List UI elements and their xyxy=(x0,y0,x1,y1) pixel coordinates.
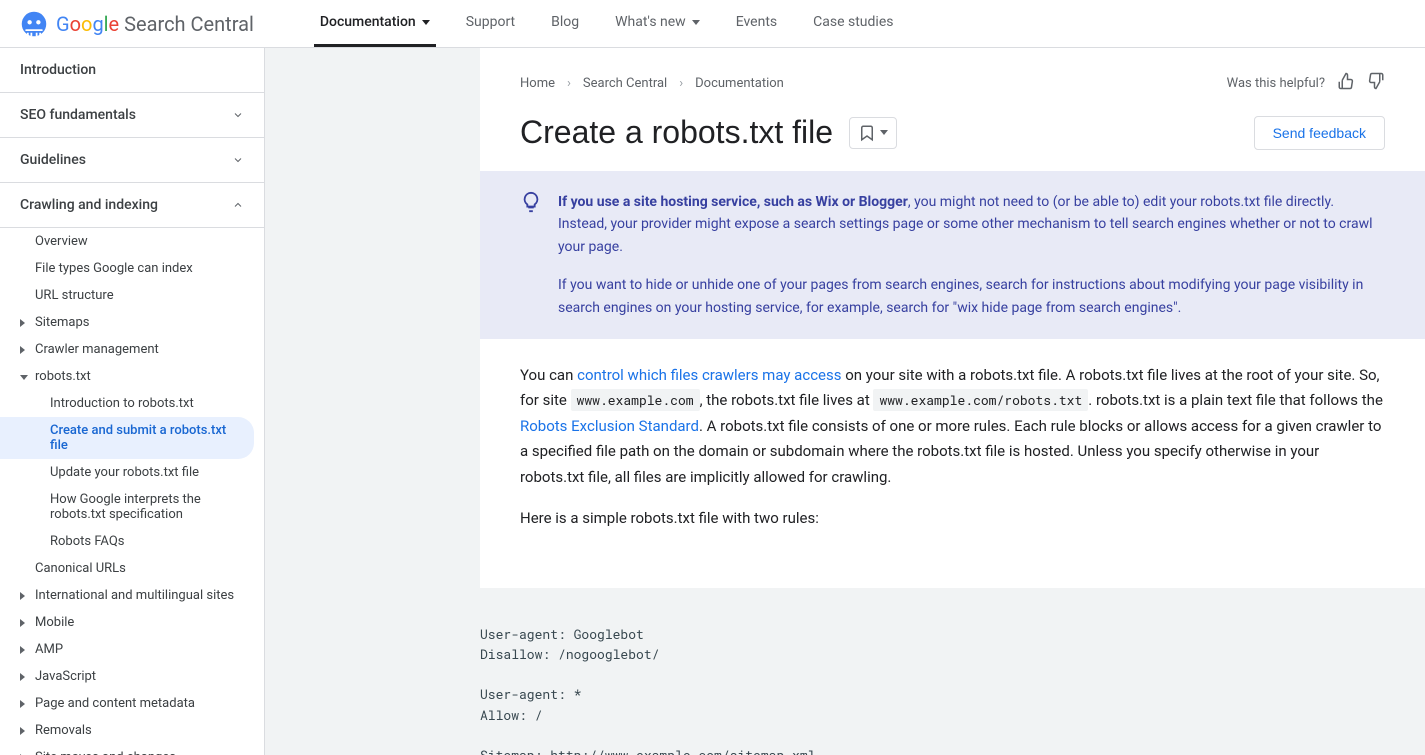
nav-canonical[interactable]: Canonical URLs xyxy=(0,555,264,582)
chevron-up-icon xyxy=(232,199,244,211)
chevron-right-icon: › xyxy=(567,76,571,91)
sidebar-section-seo[interactable]: SEO fundamentals xyxy=(0,93,264,138)
nav-sitemaps[interactable]: Sitemaps xyxy=(0,309,264,336)
sidebar-section-guidelines[interactable]: Guidelines xyxy=(0,138,264,183)
tip-callout: If you use a site hosting service, such … xyxy=(480,171,1425,339)
nav-crawler-mgmt[interactable]: Crawler management xyxy=(0,336,264,363)
tip-text-2: If you want to hide or unhide one of you… xyxy=(558,274,1385,319)
nav-robots-interpret[interactable]: How Google interprets the robots.txt spe… xyxy=(0,486,264,528)
helpful-widget: Was this helpful? xyxy=(1227,72,1385,94)
nav-robots-faq[interactable]: Robots FAQs xyxy=(0,528,264,555)
nav-intl[interactable]: International and multilingual sites xyxy=(0,582,264,609)
top-nav-documentation[interactable]: Documentation xyxy=(314,0,436,47)
nav-js[interactable]: JavaScript xyxy=(0,663,264,690)
logo-area[interactable]: Google Search Central xyxy=(20,10,254,38)
nav-overview[interactable]: Overview xyxy=(0,228,264,255)
top-nav-case-studies[interactable]: Case studies xyxy=(807,0,899,47)
page-title: Create a robots.txt file xyxy=(520,114,833,151)
chevron-right-icon: › xyxy=(679,76,683,91)
nav-robots-create[interactable]: Create and submit a robots.txt file xyxy=(0,417,254,459)
lightbulb-icon xyxy=(520,191,542,319)
brand-text: Google Search Central xyxy=(56,12,254,36)
nav-robots-intro[interactable]: Introduction to robots.txt xyxy=(0,390,264,417)
nav-page-meta[interactable]: Page and content metadata xyxy=(0,690,264,717)
chevron-down-icon xyxy=(422,20,430,25)
nav-robots[interactable]: robots.txt xyxy=(0,363,264,390)
code-example: User-agent: Googlebot Disallow: /nogoogl… xyxy=(480,588,1425,755)
nav-removals[interactable]: Removals xyxy=(0,717,264,744)
breadcrumb-documentation[interactable]: Documentation xyxy=(695,76,784,91)
sidebar-section-introduction[interactable]: Introduction xyxy=(0,48,264,93)
chevron-down-icon xyxy=(232,109,244,121)
nav-robots-update[interactable]: Update your robots.txt file xyxy=(0,459,264,486)
tip-strong: If you use a site hosting service, such … xyxy=(558,194,908,210)
top-nav-what-s-new[interactable]: What's new xyxy=(609,0,706,47)
nav-mobile[interactable]: Mobile xyxy=(0,609,264,636)
nav-url-structure[interactable]: URL structure xyxy=(0,282,264,309)
secondary-gap xyxy=(265,48,480,755)
sidebar: Introduction SEO fundamentals Guidelines… xyxy=(0,48,265,755)
send-feedback-button[interactable]: Send feedback xyxy=(1254,116,1385,150)
helpful-label: Was this helpful? xyxy=(1227,76,1325,91)
link-robots-standard[interactable]: Robots Exclusion Standard xyxy=(520,417,699,435)
code-robots-path: www.example.com/robots.txt xyxy=(873,389,1088,411)
thumbs-up-icon[interactable] xyxy=(1337,72,1355,94)
bookmark-button[interactable] xyxy=(849,117,897,149)
nav-filetypes[interactable]: File types Google can index xyxy=(0,255,264,282)
breadcrumb-home[interactable]: Home xyxy=(520,76,555,91)
nav-amp[interactable]: AMP xyxy=(0,636,264,663)
chevron-down-icon xyxy=(692,20,700,25)
top-nav-blog[interactable]: Blog xyxy=(545,0,585,47)
top-header: Google Search Central Documentation Suppo… xyxy=(0,0,1425,48)
intro-paragraph: You can control which files crawlers may… xyxy=(520,363,1385,491)
chevron-down-icon xyxy=(232,154,244,166)
link-control-files[interactable]: control which files crawlers may access xyxy=(577,366,841,384)
example-intro: Here is a simple robots.txt file with tw… xyxy=(520,506,1385,532)
code-site: www.example.com xyxy=(571,389,700,411)
breadcrumb: Home › Search Central › Documentation xyxy=(520,76,784,91)
top-nav-events[interactable]: Events xyxy=(730,0,783,47)
top-nav: Documentation Support Blog What's new Events… xyxy=(314,0,900,47)
chevron-down-icon xyxy=(880,130,888,135)
gsc-logo-icon xyxy=(20,10,48,38)
thumbs-down-icon[interactable] xyxy=(1367,72,1385,94)
main-content: Home › Search Central › Documentation Wa… xyxy=(480,48,1425,755)
bookmark-icon xyxy=(858,124,876,142)
nav-site-moves[interactable]: Site moves and changes xyxy=(0,744,264,755)
breadcrumb-search-central[interactable]: Search Central xyxy=(583,76,667,91)
top-nav-support[interactable]: Support xyxy=(460,0,521,47)
sidebar-section-crawling[interactable]: Crawling and indexing xyxy=(0,183,264,228)
